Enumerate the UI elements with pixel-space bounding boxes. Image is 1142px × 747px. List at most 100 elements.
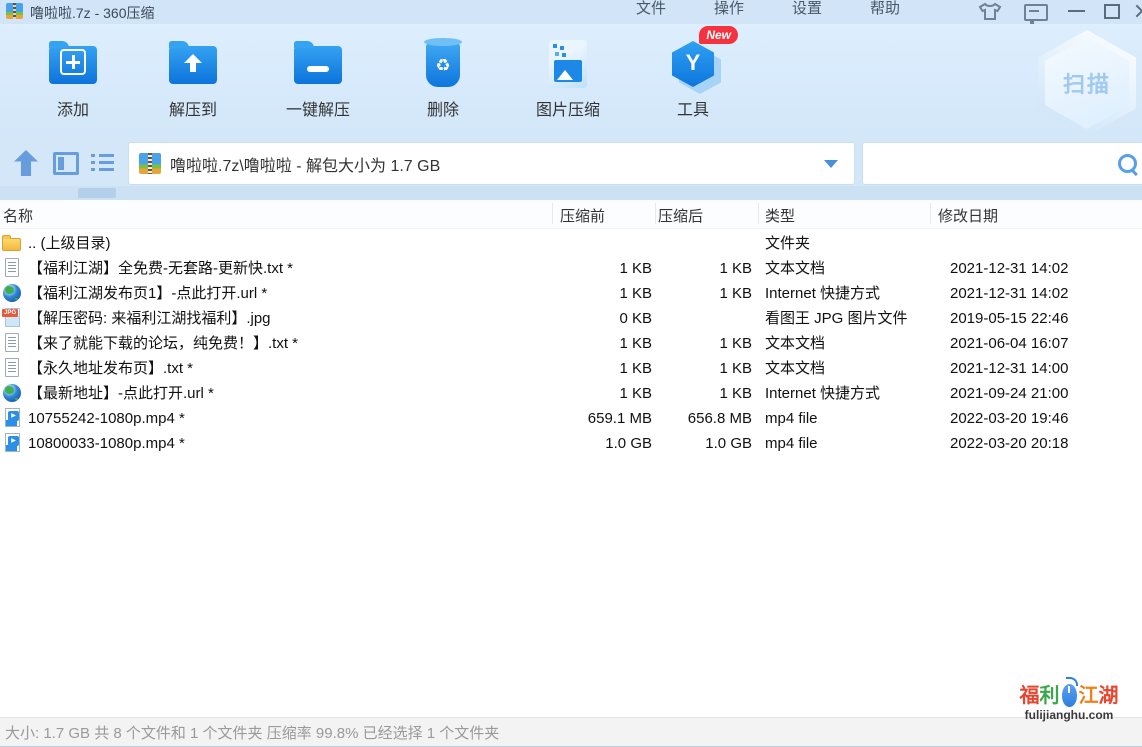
titlebar: 噜啦啦.7z - 360压缩 文件 操作 设置 帮助 (0, 0, 1142, 24)
scrollbar-thumb[interactable] (78, 188, 116, 198)
one-click-extract-label: 一键解压 (258, 96, 378, 120)
modified-date: 2022-03-20 20:18 (950, 431, 1068, 456)
file-type: mp4 file (765, 431, 818, 456)
modified-date: 2021-12-31 14:02 (950, 281, 1068, 306)
file-type: 文本文档 (765, 256, 825, 281)
file-name: 10800033-1080p.mp4 * (28, 431, 185, 456)
extract-to-label: 解压到 (138, 96, 248, 120)
size-before: 1 KB (500, 256, 652, 281)
table-row[interactable]: .. (上级目录) 文件夹 (0, 231, 1142, 256)
menu-item-settings[interactable]: 设置 (792, 0, 822, 18)
add-button[interactable]: 添加 (18, 26, 128, 140)
archive-file-icon (139, 153, 161, 174)
list-view-icon[interactable] (91, 153, 115, 172)
size-after: 1 KB (640, 356, 752, 381)
new-badge: New (699, 26, 738, 44)
window-title: 噜啦啦.7z - 360压缩 (30, 3, 154, 23)
column-header-type[interactable]: 类型 (765, 205, 795, 226)
txt-file-icon (2, 258, 22, 278)
table-row[interactable]: 10755242-1080p.mp4 * 659.1 MB 656.8 MB m… (0, 406, 1142, 431)
horizontal-scrollbar[interactable] (0, 186, 1142, 200)
size-after: 1.0 GB (640, 431, 752, 456)
table-row[interactable]: 【福利江湖】全免费-无套路-更新快.txt * 1 KB 1 KB 文本文档 2… (0, 256, 1142, 281)
table-row[interactable]: 【解压密码: 来福利江湖找福利】.jpg 0 KB 看图王 JPG 图片文件 2… (0, 306, 1142, 331)
up-level-icon[interactable] (14, 150, 38, 176)
table-row[interactable]: 10800033-1080p.mp4 * 1.0 GB 1.0 GB mp4 f… (0, 431, 1142, 456)
menubar: 文件 操作 设置 帮助 (636, 0, 900, 18)
size-before: 1 KB (500, 331, 652, 356)
mp4-file-icon (2, 433, 22, 453)
size-before: 0 KB (500, 306, 652, 331)
maximize-button[interactable] (1104, 4, 1120, 19)
size-before: 659.1 MB (500, 406, 652, 431)
extract-to-folder-icon (165, 36, 221, 92)
file-name: 【福利江湖发布页1】-点此打开.url * (28, 281, 267, 306)
one-click-extract-icon (290, 36, 346, 92)
modified-date: 2021-12-31 14:00 (950, 356, 1068, 381)
address-bar[interactable]: 噜啦啦.7z\噜啦啦 - 解包大小为 1.7 GB (128, 142, 855, 185)
tools-button[interactable]: New 工具 (638, 26, 748, 140)
table-row[interactable]: 【福利江湖发布页1】-点此打开.url * 1 KB 1 KB Internet… (0, 281, 1142, 306)
url-file-icon (2, 283, 22, 303)
file-name: 【来了就能下载的论坛，纯免费！】.txt * (28, 331, 298, 356)
view-mode-icon[interactable] (53, 152, 79, 175)
column-header-name[interactable]: 名称 (3, 205, 33, 226)
close-button[interactable] (1134, 3, 1142, 19)
table-row[interactable]: 【永久地址发布页】.txt * 1 KB 1 KB 文本文档 2021-12-3… (0, 356, 1142, 381)
column-separator[interactable] (655, 203, 656, 224)
table-row[interactable]: 【最新地址】-点此打开.url * 1 KB 1 KB Internet 快捷方… (0, 381, 1142, 406)
status-text: 大小: 1.7 GB 共 8 个文件和 1 个文件夹 压缩率 99.8% 已经选… (5, 722, 499, 743)
menu-item-action[interactable]: 操作 (714, 0, 744, 18)
size-after: 1 KB (640, 256, 752, 281)
watermark-char: 湖 (1099, 686, 1119, 706)
modified-date: 2019-05-15 22:46 (950, 306, 1068, 331)
column-separator[interactable] (930, 203, 931, 224)
file-type: Internet 快捷方式 (765, 281, 880, 306)
column-separator[interactable] (758, 203, 759, 224)
watermark-char: 利 (1040, 686, 1060, 706)
address-dropdown-button[interactable] (818, 143, 844, 184)
image-compress-label: 图片压缩 (508, 96, 628, 120)
search-box[interactable] (862, 142, 1142, 185)
modified-date: 2021-12-31 14:02 (950, 256, 1068, 281)
file-name: 【最新地址】-点此打开.url * (28, 381, 214, 406)
image-compress-button[interactable]: 图片压缩 (508, 26, 628, 140)
extract-to-button[interactable]: 解压到 (138, 26, 248, 140)
table-row[interactable]: 【来了就能下载的论坛，纯免费！】.txt * 1 KB 1 KB 文本文档 20… (0, 331, 1142, 356)
file-name: .. (上级目录) (28, 231, 111, 256)
file-type: 文本文档 (765, 331, 825, 356)
search-input[interactable] (871, 147, 1105, 182)
column-header-size-after[interactable]: 压缩后 (658, 205, 703, 226)
watermark-char: 江 (1079, 686, 1099, 706)
search-icon[interactable] (1118, 154, 1137, 173)
statusbar: 大小: 1.7 GB 共 8 个文件和 1 个文件夹 压缩率 99.8% 已经选… (0, 717, 1142, 746)
file-name: 【福利江湖】全免费-无套路-更新快.txt * (28, 256, 293, 281)
watermark-logo: 福利江湖 fulijianghu.com (998, 684, 1140, 722)
modified-date: 2021-06-04 16:07 (950, 331, 1068, 356)
size-before: 1 KB (500, 381, 652, 406)
delete-trash-icon (415, 36, 471, 92)
file-type: 看图王 JPG 图片文件 (765, 306, 908, 331)
skin-theme-icon[interactable] (978, 2, 1002, 21)
tools-label: 工具 (638, 96, 748, 120)
minimize-button[interactable] (1068, 10, 1085, 12)
menu-item-help[interactable]: 帮助 (870, 0, 900, 18)
toolbar: 添加 解压到 一键解压 删除 (0, 24, 1142, 133)
one-click-extract-button[interactable]: 一键解压 (258, 26, 378, 140)
delete-label: 删除 (388, 96, 498, 120)
column-header-row: 名称 压缩前 压缩后 类型 修改日期 (0, 200, 1142, 229)
scan-shield-button[interactable]: 扫描 (1038, 30, 1136, 136)
menu-item-file[interactable]: 文件 (636, 0, 666, 18)
feedback-icon[interactable] (1024, 4, 1048, 21)
column-header-size-before[interactable]: 压缩前 (560, 205, 605, 226)
size-before: 1 KB (500, 356, 652, 381)
size-before: 1 KB (500, 281, 652, 306)
txt-file-icon (2, 333, 22, 353)
jpg-file-icon (2, 308, 22, 328)
file-type: 文件夹 (765, 231, 810, 256)
add-label: 添加 (18, 96, 128, 120)
delete-button[interactable]: 删除 (388, 26, 498, 140)
column-separator[interactable] (552, 203, 553, 224)
column-header-date[interactable]: 修改日期 (938, 205, 998, 226)
file-type: 文本文档 (765, 356, 825, 381)
